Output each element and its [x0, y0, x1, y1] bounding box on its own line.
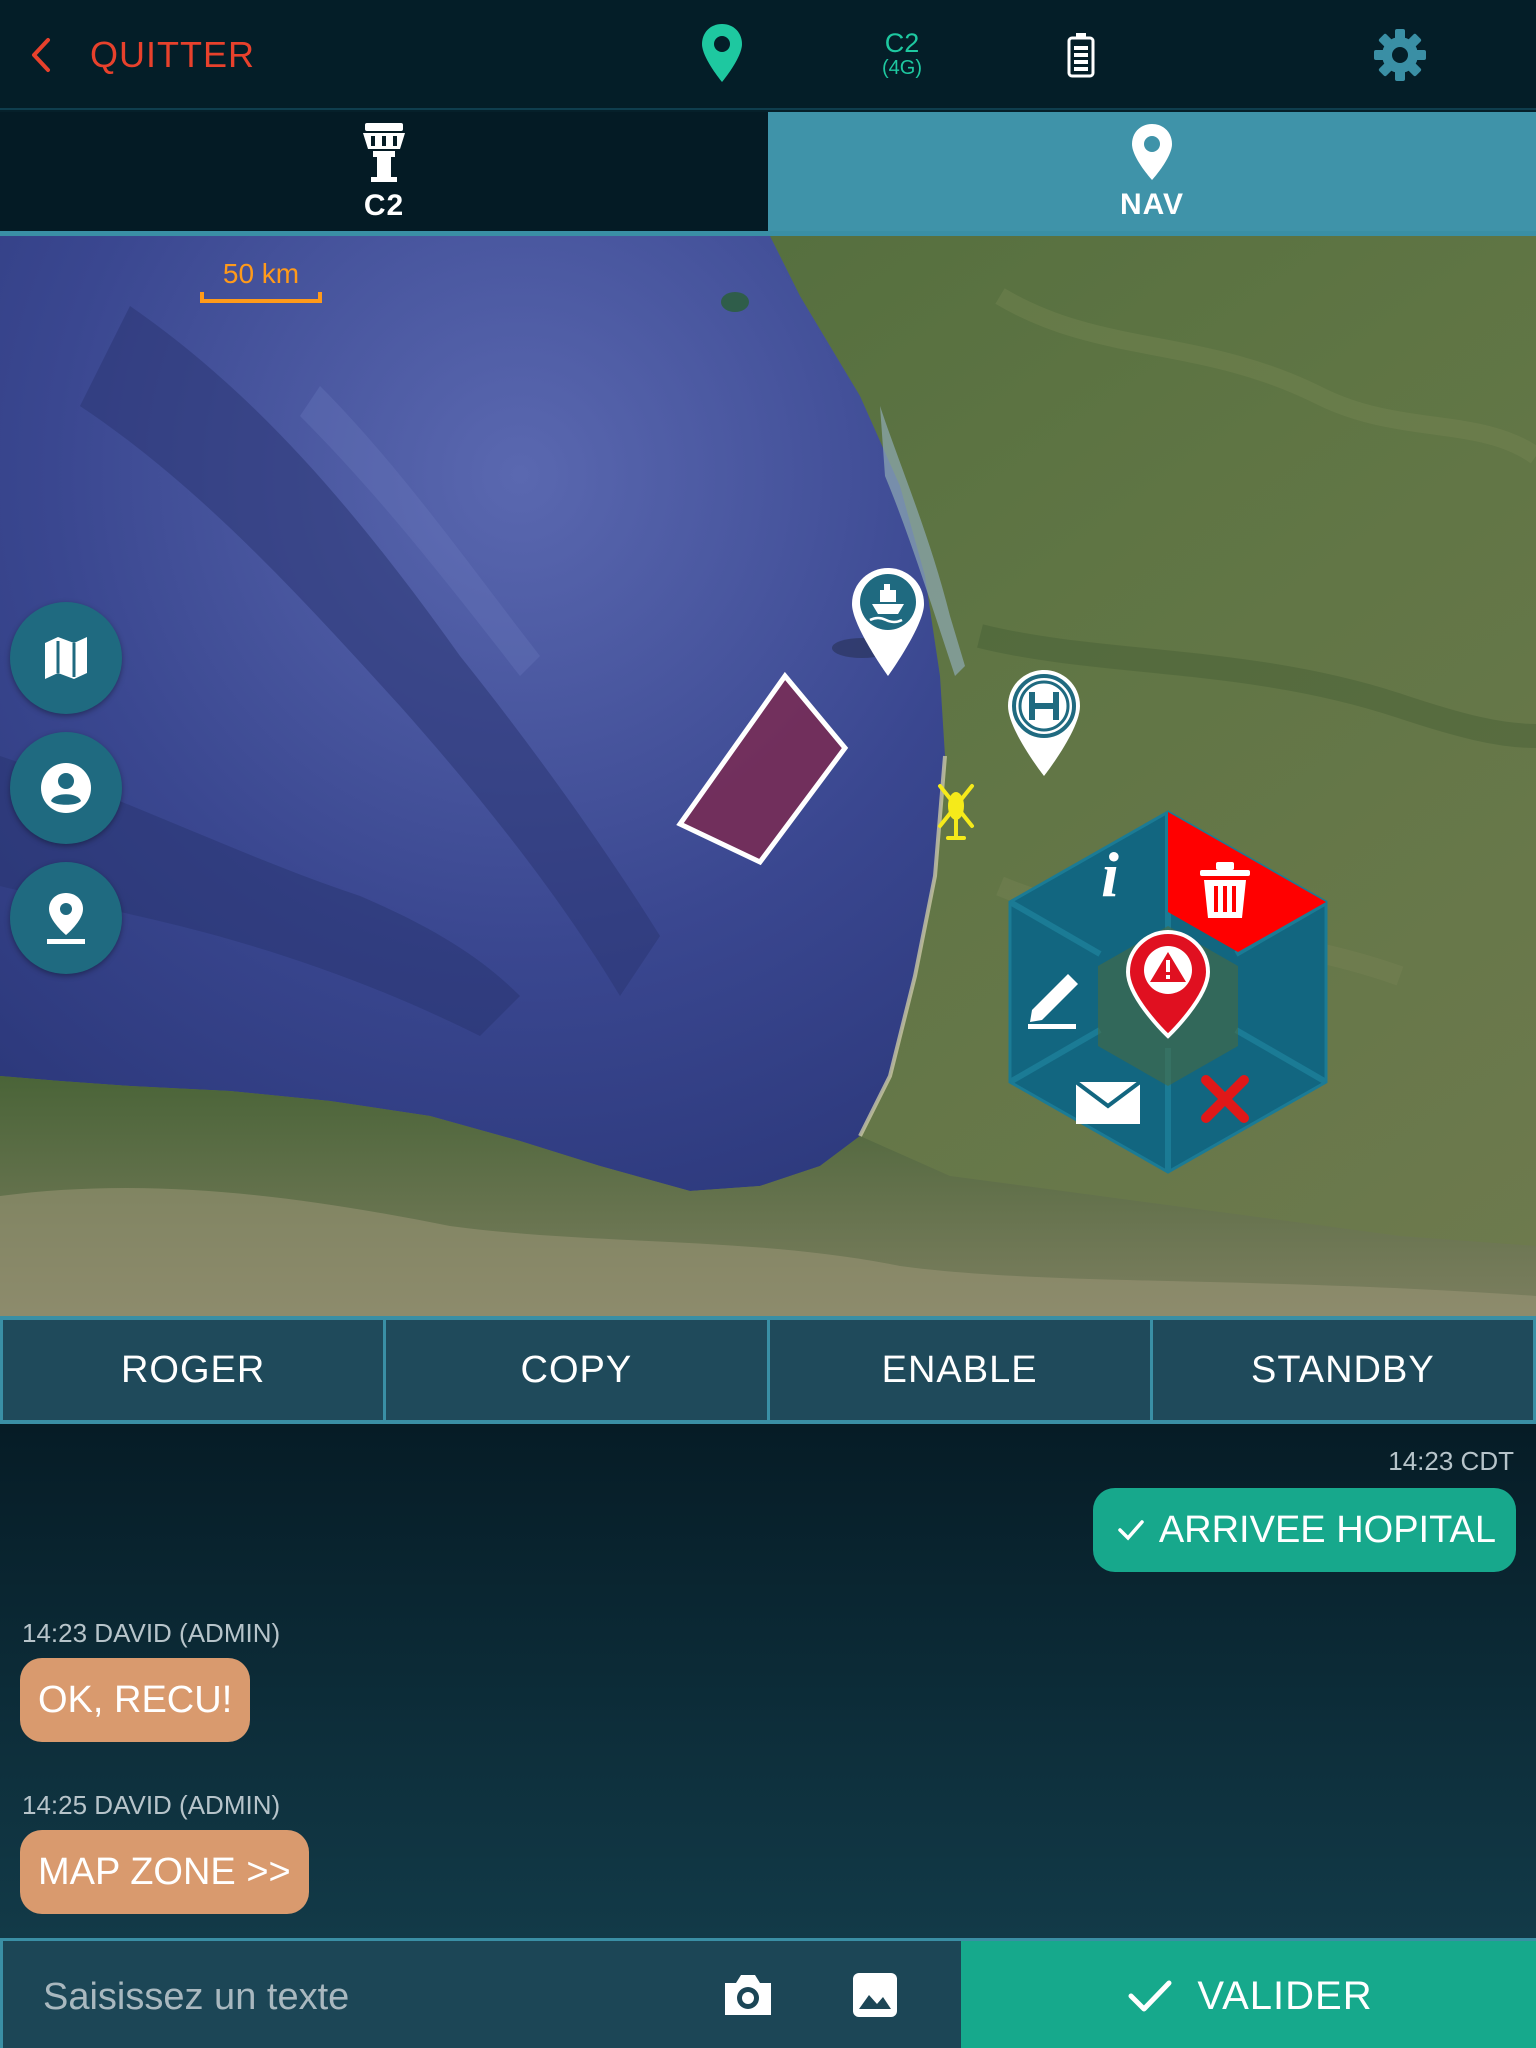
- add-pin-button[interactable]: [10, 862, 122, 974]
- chat-log[interactable]: 14:23 CDT ARRIVEE HOPITAL 14:23 DAVID (A…: [0, 1424, 1536, 1938]
- quit-button[interactable]: QUITTER: [30, 30, 255, 80]
- network-indicator: C2 (4G): [872, 28, 932, 79]
- status-bar: QUITTER C2 (4G): [0, 0, 1536, 110]
- outgoing-message-text: ARRIVEE HOPITAL: [1158, 1508, 1496, 1551]
- user-location-button[interactable]: [10, 732, 122, 844]
- map-view[interactable]: i 50 km: [0, 236, 1536, 1316]
- quit-label: QUITTER: [90, 34, 255, 75]
- location-pin-icon[interactable]: [700, 22, 744, 84]
- back-chevron-icon: [32, 38, 50, 72]
- message-sender: 14:25 DAVID (ADMIN): [22, 1790, 281, 1820]
- control-tower-icon: [363, 122, 405, 182]
- satellite-map[interactable]: i: [0, 236, 1536, 1316]
- battery-icon: [1067, 33, 1095, 78]
- tab-c2-label: C2: [363, 188, 405, 222]
- copy-button[interactable]: COPY: [383, 1320, 767, 1420]
- tab-c2[interactable]: C2: [0, 112, 768, 231]
- message-timestamp: 14:23 CDT: [1388, 1446, 1514, 1476]
- pin-icon: [47, 893, 85, 944]
- message-input[interactable]: [43, 1969, 683, 2025]
- mail-icon[interactable]: [1074, 1080, 1142, 1124]
- map-layers-button[interactable]: [10, 602, 122, 714]
- incoming-message[interactable]: MAP ZONE >>: [20, 1830, 309, 1914]
- tab-nav-label: NAV: [1119, 187, 1185, 221]
- trash-icon[interactable]: [1200, 862, 1250, 918]
- image-gallery-icon[interactable]: [851, 1971, 899, 2019]
- network-type: (4G): [882, 57, 922, 79]
- network-name: C2: [884, 28, 920, 58]
- message-composer: VALIDER: [0, 1938, 1536, 2048]
- map-scale-bar: [200, 292, 322, 303]
- map-icon: [45, 637, 87, 679]
- svg-text:i: i: [1101, 839, 1119, 910]
- info-icon[interactable]: i: [1101, 839, 1119, 910]
- tab-nav[interactable]: NAV: [768, 112, 1536, 231]
- gear-icon[interactable]: [1372, 27, 1428, 83]
- check-icon: [1128, 1980, 1172, 2012]
- mode-tabs: C2 NAV: [0, 112, 1536, 236]
- standby-button[interactable]: STANDBY: [1149, 1320, 1536, 1420]
- map-scale-label: 50 km: [222, 258, 300, 289]
- user-icon: [41, 763, 91, 813]
- submit-label: VALIDER: [1197, 1973, 1373, 2018]
- roger-button[interactable]: ROGER: [0, 1320, 384, 1420]
- camera-icon[interactable]: [721, 1971, 775, 2019]
- quick-reply-bar: ROGER COPY ENABLE STANDBY: [0, 1316, 1536, 1424]
- message-sender: 14:23 DAVID (ADMIN): [22, 1618, 281, 1648]
- location-pin-icon: [1132, 123, 1172, 180]
- outgoing-message[interactable]: ARRIVEE HOPITAL: [1092, 1488, 1516, 1572]
- submit-button[interactable]: VALIDER: [961, 1941, 1536, 2048]
- map-scale: 50 km: [200, 258, 322, 303]
- enable-button[interactable]: ENABLE: [766, 1320, 1150, 1420]
- incoming-message[interactable]: OK, RECU!: [20, 1658, 251, 1742]
- check-icon: [1118, 1520, 1144, 1541]
